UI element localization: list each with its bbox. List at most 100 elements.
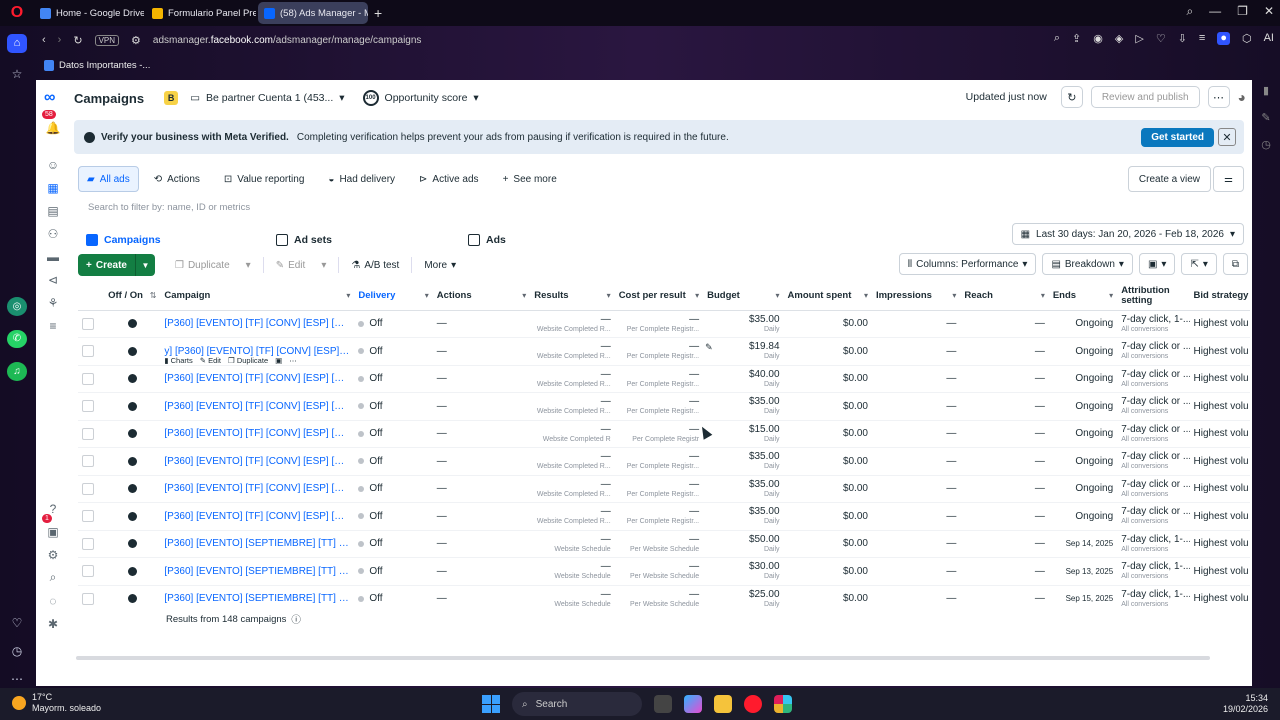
settings-icon[interactable]: ⚙ [36, 543, 70, 566]
date-range-picker[interactable]: ▦ Last 30 days: Jan 20, 2026 - Feb 18, 20… [1011, 223, 1244, 245]
row-checkbox[interactable] [82, 427, 94, 440]
see-more-button[interactable]: + See more [494, 166, 566, 192]
events-icon[interactable]: ⚘ [36, 291, 70, 314]
row-checkbox[interactable] [82, 510, 94, 523]
view-had-delivery[interactable]: ◒ Had delivery [319, 166, 404, 192]
all-tools-icon[interactable]: ≡ [36, 314, 70, 337]
chart-toggle-button[interactable]: ⧉ [1222, 253, 1248, 275]
tab-google-drive[interactable]: Home - Google Drive [34, 2, 144, 24]
close-window-button[interactable]: ✕ [1264, 4, 1274, 19]
campaign-name-link[interactable]: [P360] [EVENTO] [TF] [CONV] [ESP] [ADS S… [164, 456, 350, 467]
col-amount-spent[interactable]: Amount spent ▾ [783, 282, 872, 311]
pin-icon[interactable]: ▣ [275, 356, 282, 365]
vpn-badge[interactable]: VPN [94, 34, 120, 46]
row-checkbox[interactable] [82, 317, 94, 330]
on-off-toggle[interactable] [127, 484, 137, 494]
inbox-icon[interactable]: ▣ 1 [36, 514, 70, 543]
row-checkbox[interactable] [82, 455, 94, 468]
ai-button[interactable]: AI [1264, 32, 1274, 45]
campaign-name-link[interactable]: [P360] [EVENTO] [TF] [CONV] [ESP] [ADS S… [164, 318, 350, 329]
duplicate-link[interactable]: ❐ Duplicate [228, 356, 268, 365]
on-off-toggle[interactable] [127, 511, 137, 521]
filter-settings-icon[interactable]: ⚌ [1213, 166, 1244, 192]
opera-taskbar-icon[interactable] [744, 695, 762, 713]
download-icon[interactable]: ⇩ [1178, 32, 1187, 45]
view-active-ads[interactable]: ⊳ Active ads [410, 166, 488, 192]
row-checkbox[interactable] [82, 372, 94, 385]
clock[interactable]: 15:34 19/02/2026 [1223, 693, 1268, 715]
col-budget[interactable]: Budget ▾ [703, 282, 784, 311]
on-off-toggle[interactable] [127, 539, 137, 549]
charts-link[interactable]: ▮ Charts [164, 356, 192, 365]
search-icon[interactable]: ⌕ [36, 566, 70, 589]
col-campaign[interactable]: Campaign ▾ [160, 282, 355, 311]
bookmark-datos[interactable]: Datos Importantes -... [59, 60, 150, 71]
tab-adsets[interactable]: Ad sets [276, 234, 332, 246]
ab-test-button[interactable]: ⚗ A/B test [343, 254, 407, 276]
table-row[interactable]: [P360] [EVENTO] [TF] [CONV] [ESP] [ADS S… [78, 420, 1250, 448]
row-checkbox[interactable] [82, 345, 94, 358]
campaign-name-link[interactable]: [P360] [EVENTO] [TF] [CONV] [ESP] [ADS S… [164, 373, 350, 384]
duplicate-dropdown[interactable]: ▾ [238, 254, 259, 276]
col-reach[interactable]: Reach ▾ [960, 282, 1049, 311]
on-off-toggle[interactable] [127, 374, 137, 384]
reports-icon[interactable]: ▤ [36, 199, 70, 222]
col-delivery[interactable]: Delivery ▾ [354, 282, 433, 311]
clock-icon[interactable]: ◷ [1261, 138, 1271, 151]
account-overview-icon[interactable]: ☺ [36, 153, 70, 176]
table-row[interactable]: [P360] [EVENTO] [SEPTIEMBRE] [TT] [CON..… [78, 585, 1250, 612]
camera-icon[interactable]: ◉ [1093, 32, 1103, 45]
table-row[interactable]: [P360] [EVENTO] [SEPTIEMBRE] [TT] [CON..… [78, 557, 1250, 586]
extension-icon[interactable]: ◈ [1115, 32, 1123, 45]
whatsapp-icon[interactable]: ✆ [7, 329, 27, 349]
history-icon[interactable]: ◷ [12, 644, 22, 658]
col-actions[interactable]: Actions ▾ [432, 282, 531, 311]
view-value-reporting[interactable]: ⊡ Value reporting [215, 166, 313, 192]
horizontal-scrollbar[interactable] [76, 656, 1210, 660]
menu-icon[interactable]: ≡ [1199, 32, 1205, 45]
col-cost-per-result[interactable]: Cost per result ▾ [614, 282, 704, 311]
star-icon[interactable]: ☆ [12, 67, 23, 81]
reports-button[interactable]: ▣ ▾ [1138, 253, 1176, 275]
on-off-toggle[interactable] [127, 429, 137, 439]
new-tab-button[interactable]: + [374, 5, 382, 21]
search-tabs-icon[interactable]: ⌕ [1186, 4, 1193, 19]
table-row[interactable]: [P360] [EVENTO] [SEPTIEMBRE] [TT] [CON..… [78, 530, 1250, 558]
col-attribution[interactable]: Attribution setting [1117, 282, 1190, 311]
profile-icon[interactable]: ● [1217, 32, 1230, 45]
refresh-button[interactable]: ↻ [1060, 86, 1083, 108]
forward-icon[interactable]: › [58, 34, 62, 46]
columns-button[interactable]: ⦀ Columns: Performance ▾ [898, 253, 1037, 275]
row-checkbox[interactable] [82, 565, 94, 578]
view-all-ads[interactable]: ▰ All ads [78, 166, 139, 192]
row-checkbox[interactable] [82, 537, 94, 550]
row-checkbox[interactable] [82, 592, 94, 605]
tab-ads[interactable]: Ads [468, 234, 506, 246]
minimize-button[interactable]: — [1209, 4, 1221, 19]
chart-icon[interactable]: ▮ [1263, 84, 1269, 97]
url-field[interactable]: adsmanager.facebook.com/adsmanager/manag… [153, 35, 422, 46]
tab-formulario[interactable]: Formulario Panel Premium [146, 2, 256, 24]
heart-icon[interactable]: ♡ [12, 616, 23, 630]
billing-icon[interactable]: ▬ [36, 245, 70, 268]
search-input[interactable]: Search to filter by: name, ID or metrics [88, 202, 250, 213]
reload-icon[interactable]: ↻ [73, 34, 82, 47]
chatgpt-icon[interactable]: ◎ [7, 296, 27, 316]
on-off-toggle[interactable] [127, 319, 137, 329]
opportunity-score[interactable]: 100 Opportunity score ▾ [362, 90, 479, 106]
spotify-icon[interactable]: ♫ [7, 362, 27, 382]
feedback-icon[interactable]: ◌ [36, 589, 70, 612]
play-icon[interactable]: ▷ [1135, 32, 1143, 45]
campaigns-nav-icon[interactable]: ▦ [36, 176, 70, 199]
table-row[interactable]: [P360] [EVENTO] [TF] [CONV] [ESP] [ADS S… [78, 447, 1250, 476]
on-off-toggle[interactable] [127, 594, 137, 604]
bug-icon[interactable]: ✱ [36, 612, 70, 635]
weather-widget[interactable]: 17°C Mayorm. soleado [12, 692, 101, 714]
home-icon[interactable]: ⌂ [7, 34, 27, 53]
table-row[interactable]: [P360] [EVENTO] [TF] [CONV] [ESP] [ADS S… [78, 365, 1250, 393]
on-off-toggle[interactable] [127, 456, 137, 466]
campaign-name-link[interactable]: [P360] [EVENTO] [SEPTIEMBRE] [TT] [CON..… [164, 566, 350, 577]
notifications-icon[interactable]: 🔔 58 [36, 110, 70, 139]
col-bid-strategy[interactable]: Bid strategy [1189, 282, 1250, 311]
export-button[interactable]: ⇱ ▾ [1181, 253, 1217, 275]
